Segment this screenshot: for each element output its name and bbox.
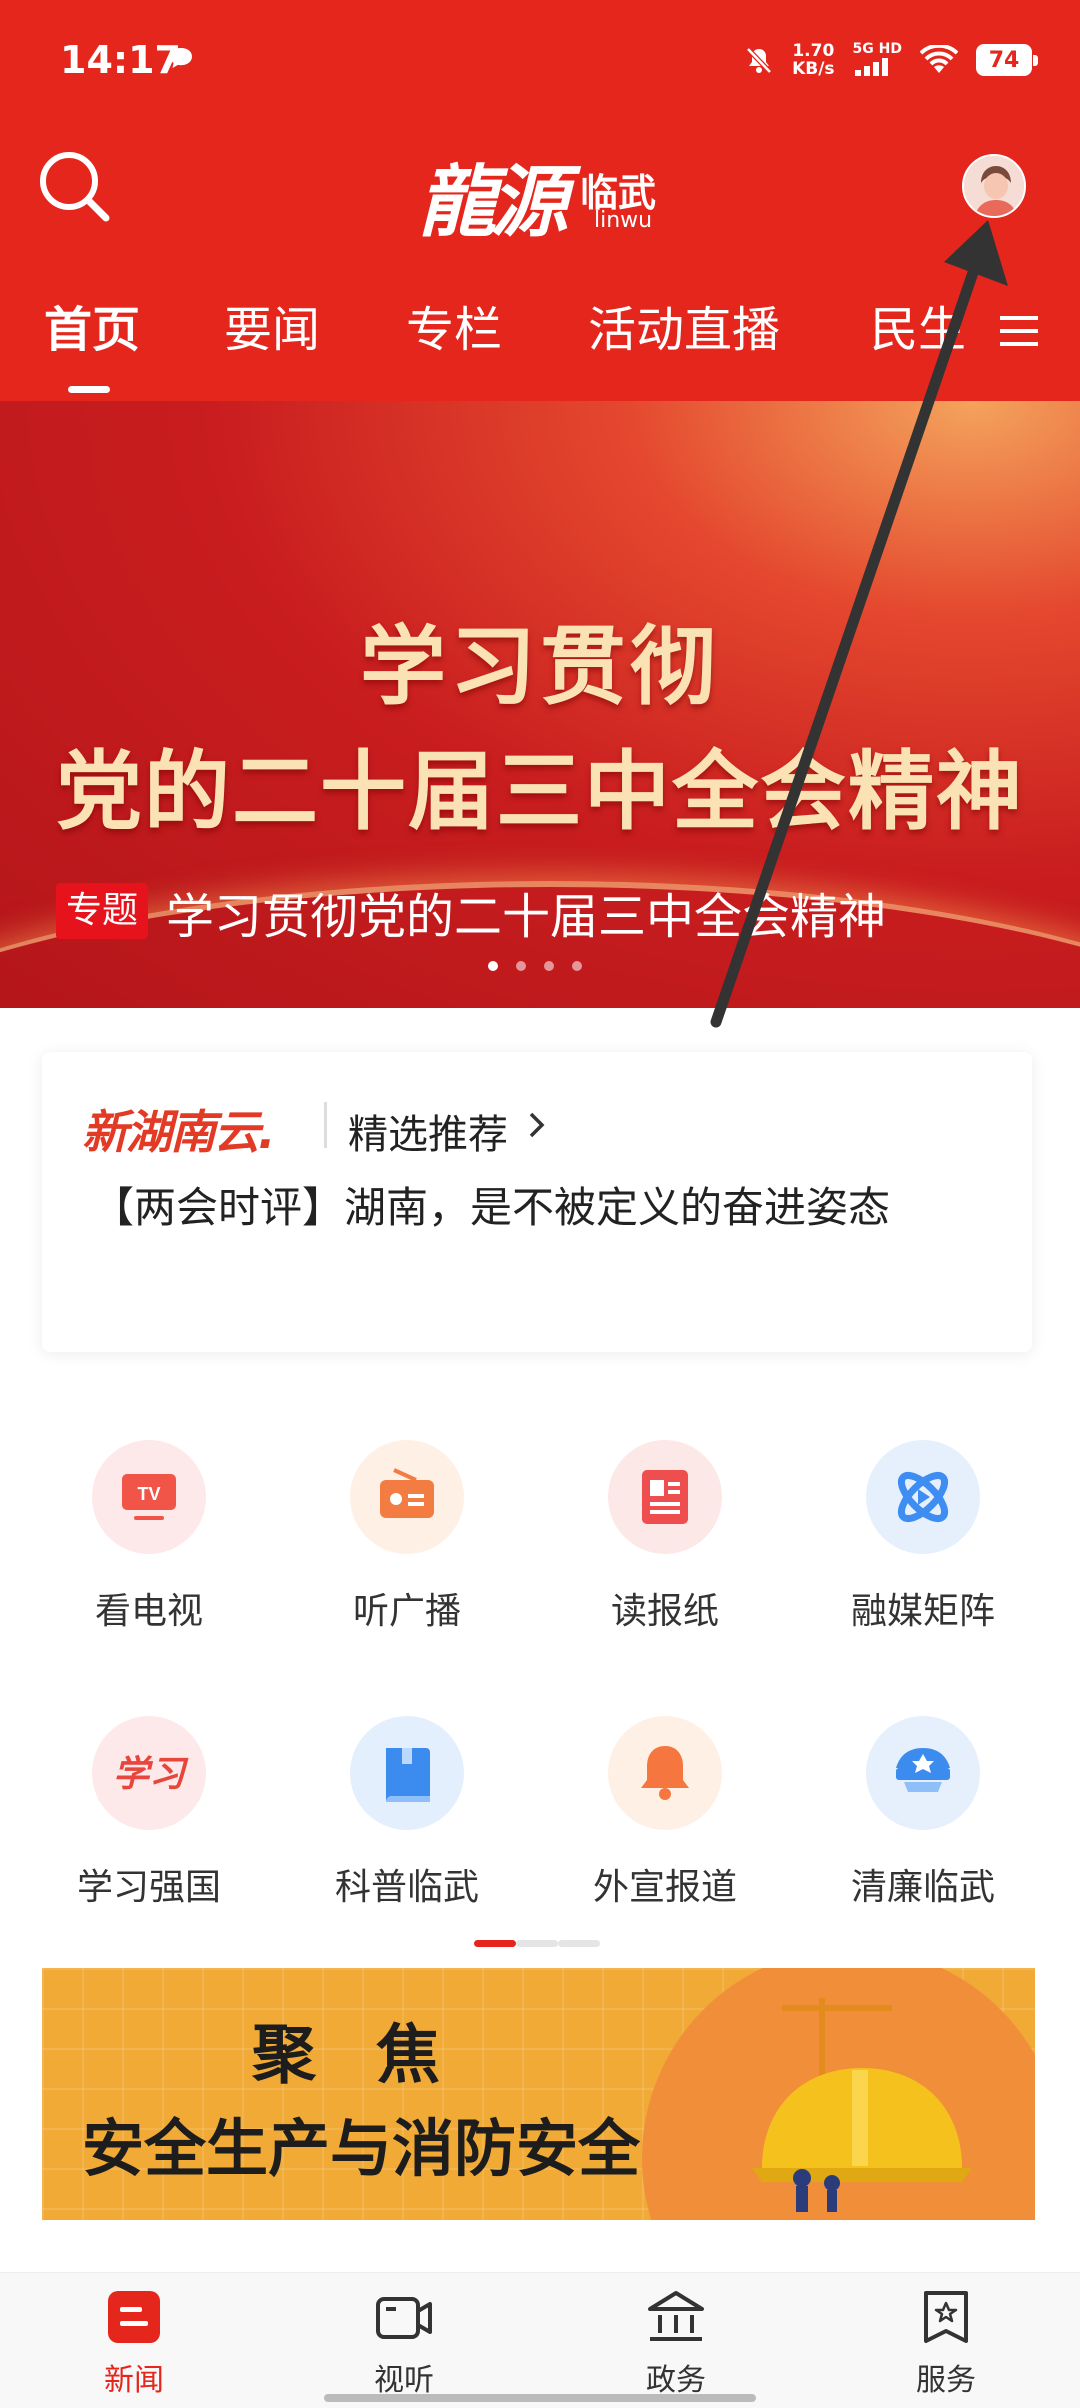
avatar-icon (964, 156, 1024, 216)
grid-item-label: 外宣报道 (592, 1867, 737, 1908)
grid-page-dot (558, 1940, 600, 1947)
newspaper-icon (608, 1440, 722, 1554)
grid-item-label: 看电视 (94, 1591, 203, 1632)
grid-item-science[interactable]: 科普临武 (278, 1716, 536, 1916)
banner-dot[interactable] (572, 961, 582, 971)
recommend-label[interactable]: 精选推荐 (348, 1102, 508, 1160)
promo-banner[interactable]: 聚焦 安全生产与消防安全 (42, 1968, 1035, 2220)
hero-banner[interactable]: 学习贯彻 党的二十届三中全会精神 专题 学习贯彻党的二十届三中全会精神 (0, 401, 1080, 1008)
status-time: 14:17 (60, 38, 181, 82)
net-speed-unit: KB/s (792, 59, 835, 79)
signal-label: 5G HD (852, 41, 902, 57)
wifi-icon (920, 45, 958, 73)
government-icon (648, 2291, 704, 2341)
menu-icon[interactable] (1000, 314, 1038, 348)
battery-indicator: 74 (976, 44, 1038, 76)
message-icon (170, 48, 192, 68)
radio-icon (350, 1440, 464, 1554)
banner-dot[interactable] (488, 961, 498, 971)
tab-livelihood[interactable]: 民生 (870, 290, 966, 360)
user-avatar-button[interactable] (962, 154, 1026, 218)
recommend-brand-logo: 新湖南云. (82, 1105, 275, 1159)
grid-item-label: 学习强国 (76, 1867, 221, 1908)
tab-live[interactable]: 活动直播 (588, 290, 780, 360)
banner-tag: 专题 (56, 883, 149, 939)
status-icons: 1.70 KB/s 5G HD 74 (744, 38, 1038, 82)
nav-label: 服务 (916, 2363, 976, 2398)
nav-label: 新闻 (104, 2363, 164, 2398)
nav-video[interactable]: 视听 (344, 2287, 464, 2398)
app-header: 14:17 1.70 KB/s 5G HD 74 龍源 临武 linwu 首页 … (0, 0, 1080, 401)
nav-government[interactable]: 政务 (616, 2287, 736, 2398)
signal-indicator: 5G HD (853, 40, 902, 80)
status-bar: 14:17 1.70 KB/s 5G HD 74 (0, 0, 1080, 120)
logo-main-text: 龍源 (418, 157, 568, 248)
bottom-nav: 新闻 视听 政务 服务 (0, 2272, 1080, 2408)
xuexi-icon: 学习 (92, 1716, 206, 1830)
promo-subtitle: 安全生产与消防安全 (82, 2112, 641, 2185)
svg-text:学习: 学习 (113, 1753, 189, 1795)
app-screen: 14:17 1.70 KB/s 5G HD 74 龍源 临武 linwu 首页 … (0, 0, 1080, 2408)
mute-icon (746, 47, 772, 74)
grid-item-media-matrix[interactable]: 融媒矩阵 (794, 1440, 1052, 1640)
tab-home[interactable]: 首页 (44, 290, 140, 360)
logo-pinyin-text: linwu (594, 208, 653, 233)
grid-item-newspaper[interactable]: 读报纸 (536, 1440, 794, 1640)
grid-item-label: 听广播 (352, 1591, 461, 1632)
active-tab-indicator (68, 386, 110, 393)
recommend-divider (324, 1102, 327, 1148)
grid-page-indicator (474, 1940, 600, 1947)
grid-item-outreach[interactable]: 外宣报道 (536, 1716, 794, 1916)
police-cap-icon (866, 1716, 980, 1830)
recommend-headline[interactable]: 【两会时评】湖南，是不被定义的奋进姿态 (92, 1174, 890, 1235)
tab-headlines[interactable]: 要闻 (224, 290, 320, 360)
grid-item-label: 科普临武 (334, 1867, 479, 1908)
nav-label: 视听 (374, 2363, 434, 2398)
bell-icon (608, 1716, 722, 1830)
grid-item-radio[interactable]: 听广播 (278, 1440, 536, 1640)
net-speed: 1.70 KB/s (792, 42, 834, 78)
banner-title-line1: 学习贯彻 (360, 617, 720, 717)
channel-tabs: 首页 要闻 专栏 活动直播 民生 (0, 290, 1080, 401)
construction-helmet-icon (752, 1998, 972, 2212)
banner-caption: 学习贯彻党的二十届三中全会精神 (166, 889, 887, 945)
nav-label: 政务 (646, 2363, 706, 2398)
banner-dot[interactable] (544, 961, 554, 971)
grid-item-integrity[interactable]: 清廉临武 (794, 1716, 1052, 1916)
signal-bars-icon (854, 58, 888, 76)
recommend-card[interactable]: 新湖南云. 精选推荐 【两会时评】湖南，是不被定义的奋进姿态 (42, 1052, 1032, 1352)
video-icon (376, 2297, 432, 2339)
grid-item-label: 清廉临武 (850, 1867, 995, 1908)
media-matrix-icon (866, 1440, 980, 1554)
grid-item-label: 读报纸 (610, 1591, 719, 1632)
book-icon (350, 1716, 464, 1830)
home-indicator[interactable] (324, 2394, 756, 2402)
svg-text:TV: TV (137, 1484, 160, 1504)
grid-item-xuexi[interactable]: 学习 学习强国 (20, 1716, 278, 1916)
chevron-right-icon (529, 1112, 545, 1138)
tab-columns[interactable]: 专栏 (406, 290, 502, 360)
news-icon (108, 2291, 160, 2343)
net-speed-value: 1.70 (792, 41, 835, 61)
grid-item-tv[interactable]: TV 看电视 (20, 1440, 278, 1640)
banner-dot[interactable] (516, 961, 526, 971)
service-icon (924, 2291, 968, 2343)
nav-service[interactable]: 服务 (886, 2287, 1006, 2398)
grid-item-label: 融媒矩阵 (850, 1591, 995, 1632)
search-icon[interactable] (36, 148, 112, 224)
nav-news[interactable]: 新闻 (74, 2287, 194, 2398)
tv-icon: TV (92, 1440, 206, 1554)
app-logo: 龍源 临武 linwu (418, 140, 662, 248)
grid-page-dot (474, 1940, 516, 1947)
promo-title: 聚焦 (252, 2018, 500, 2093)
banner-pagination (488, 961, 582, 971)
banner-title-line2: 党的二十届三中全会精神 (56, 742, 1024, 842)
grid-page-dot (516, 1940, 558, 1947)
